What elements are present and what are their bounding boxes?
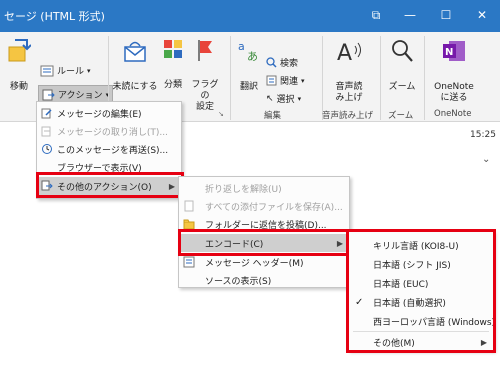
ribbon-separator bbox=[380, 36, 381, 120]
maximize-button[interactable]: ☐ bbox=[428, 0, 464, 32]
edit-message-icon bbox=[41, 108, 52, 119]
ribbon-separator bbox=[230, 36, 231, 120]
translate-label: 翻訳 bbox=[239, 82, 258, 92]
window-title: セージ (HTML 形式) bbox=[4, 10, 105, 23]
close-button[interactable]: ✕ bbox=[464, 0, 500, 32]
onenote-label-1: OneNote bbox=[434, 82, 474, 92]
move-icon bbox=[8, 39, 31, 62]
menu-item-encoding-euc[interactable]: 日本語 (EUC) bbox=[349, 274, 493, 292]
search-icon bbox=[266, 57, 277, 68]
menu-item-save-attachments[interactable]: すべての添付ファイルを保存(A)... bbox=[179, 197, 349, 215]
chevron-down-icon: ▾ bbox=[301, 76, 305, 85]
onenote-label-2: に送る bbox=[440, 93, 468, 103]
categorize-icon bbox=[164, 40, 182, 58]
read-aloud-label-2: み上げ bbox=[335, 93, 363, 103]
menu-item-view-source[interactable]: ソースの表示(S) bbox=[179, 271, 349, 289]
flag-button[interactable]: フラグの 設定 bbox=[188, 38, 222, 113]
ribbon-separator bbox=[322, 36, 323, 120]
read-aloud-button[interactable]: A 音声読 み上げ bbox=[326, 38, 372, 104]
folder-icon bbox=[183, 219, 195, 230]
restore-ribbon-button[interactable]: ⧉ bbox=[358, 0, 394, 32]
flag-label-1: フラグの bbox=[191, 80, 219, 101]
checkmark-icon: ✓ bbox=[355, 296, 364, 308]
related-button[interactable]: 関連 ▾ bbox=[266, 74, 305, 87]
group-edit-label: 編集 bbox=[264, 111, 282, 121]
menu-item-encoding-koi8u[interactable]: キリル言語 (KOI8-U) bbox=[349, 236, 493, 254]
menu-item-encoding-more[interactable]: その他(M) ▶ bbox=[349, 333, 493, 351]
menu-item-unwrap[interactable]: 折り返しを解除(U) bbox=[179, 179, 349, 197]
translate-icon: a あ bbox=[238, 40, 258, 63]
select-label: 選択 bbox=[276, 95, 295, 105]
group-read-aloud-label: 音声読み上げ bbox=[322, 111, 374, 121]
search-label: 検索 bbox=[280, 59, 299, 69]
rules-label: ルール bbox=[57, 67, 85, 77]
svg-text:A: A bbox=[337, 41, 352, 64]
cursor-icon: ↖ bbox=[266, 93, 274, 104]
actions-menu: メッセージの編集(E) メッセージの取り消し(T)... このメッセージを再送(… bbox=[36, 101, 182, 199]
message-time: 15:25 bbox=[470, 130, 496, 140]
submenu-arrow-icon: ▶ bbox=[336, 238, 343, 248]
menu-item-edit-message[interactable]: メッセージの編集(E) bbox=[37, 104, 181, 122]
menu-item-encoding-shift-jis[interactable]: 日本語 (シフト JIS) bbox=[349, 255, 493, 273]
actions-icon bbox=[42, 89, 55, 100]
related-label: 関連 bbox=[280, 77, 299, 87]
resend-icon bbox=[42, 144, 52, 154]
submenu-arrow-icon: ▶ bbox=[480, 337, 487, 347]
translate-button[interactable]: a あ 翻訳 bbox=[234, 38, 264, 93]
other-actions-icon bbox=[41, 180, 53, 191]
search-button[interactable]: 検索 bbox=[266, 56, 298, 69]
save-attachments-icon bbox=[184, 200, 194, 212]
menu-item-message-header[interactable]: メッセージ ヘッダー(M) bbox=[179, 253, 349, 271]
categorize-label: 分類 bbox=[163, 80, 182, 90]
read-aloud-label-1: 音声読 bbox=[335, 82, 363, 92]
menu-item-recall-message[interactable]: メッセージの取り消し(T)... bbox=[37, 122, 181, 140]
select-button[interactable]: ↖ 選択 ▾ bbox=[266, 92, 302, 106]
other-actions-menu: 折り返しを解除(U) すべての添付ファイルを保存(A)... フォルダーに返信を… bbox=[178, 176, 350, 288]
envelope-icon bbox=[124, 41, 146, 62]
mark-unread-button[interactable]: 未読にする bbox=[112, 38, 158, 93]
submenu-arrow-icon: ▶ bbox=[168, 181, 175, 191]
menu-item-view-in-browser[interactable]: ブラウザーで表示(V) bbox=[37, 158, 181, 176]
ribbon-separator bbox=[424, 36, 425, 120]
message-header-icon bbox=[183, 256, 195, 268]
menu-item-encoding-western-windows[interactable]: 西ヨーロッパ言語 (Windows) bbox=[349, 312, 495, 330]
onenote-icon: N bbox=[443, 41, 465, 61]
zoom-icon bbox=[392, 40, 413, 62]
read-aloud-icon: A bbox=[337, 41, 361, 64]
expand-header-icon[interactable]: ⌄ bbox=[482, 154, 490, 165]
categorize-button[interactable]: 分類 bbox=[160, 38, 186, 91]
dialog-launcher-icon[interactable]: ↘ bbox=[218, 110, 224, 118]
menu-item-post-reply-folder[interactable]: フォルダーに返信を投稿(D)... bbox=[179, 215, 349, 233]
menu-divider bbox=[353, 331, 489, 332]
menu-item-other-actions[interactable]: その他のアクション(O) ▶ bbox=[37, 177, 181, 195]
mark-unread-label: 未読にする bbox=[112, 82, 158, 92]
recall-icon bbox=[41, 126, 51, 137]
group-onenote-label: OneNote bbox=[434, 109, 472, 119]
rules-button[interactable]: ルール ▾ bbox=[40, 64, 91, 77]
related-icon bbox=[266, 75, 277, 86]
flag-icon bbox=[198, 40, 212, 61]
group-zoom-label: ズーム bbox=[388, 111, 414, 121]
move-label: 移動 bbox=[9, 82, 28, 92]
zoom-label: ズーム bbox=[388, 82, 416, 92]
chevron-down-icon: ▾ bbox=[297, 94, 302, 103]
svg-text:N: N bbox=[445, 47, 453, 58]
chevron-down-icon: ▾ bbox=[87, 66, 91, 75]
svg-text:a: a bbox=[238, 40, 245, 53]
menu-item-encoding-auto[interactable]: ✓ 日本語 (自動選択) bbox=[349, 293, 493, 311]
encoding-menu: キリル言語 (KOI8-U) 日本語 (シフト JIS) 日本語 (EUC) ✓… bbox=[348, 231, 495, 351]
menu-item-encoding[interactable]: エンコード(C) ▶ bbox=[179, 234, 349, 252]
svg-text:あ: あ bbox=[247, 50, 258, 63]
rules-icon bbox=[40, 65, 54, 76]
zoom-button[interactable]: ズーム bbox=[384, 38, 420, 93]
actions-label: アクション bbox=[58, 91, 103, 101]
title-bar: セージ (HTML 形式) ⧉ — ☐ ✕ bbox=[0, 0, 500, 32]
send-to-onenote-button[interactable]: N OneNote に送る bbox=[428, 38, 480, 104]
menu-item-resend-message[interactable]: このメッセージを再送(S)... bbox=[37, 140, 181, 158]
move-button[interactable]: 移動 bbox=[2, 38, 36, 93]
minimize-button[interactable]: — bbox=[392, 0, 428, 32]
flag-label-2: 設定 bbox=[195, 102, 214, 112]
